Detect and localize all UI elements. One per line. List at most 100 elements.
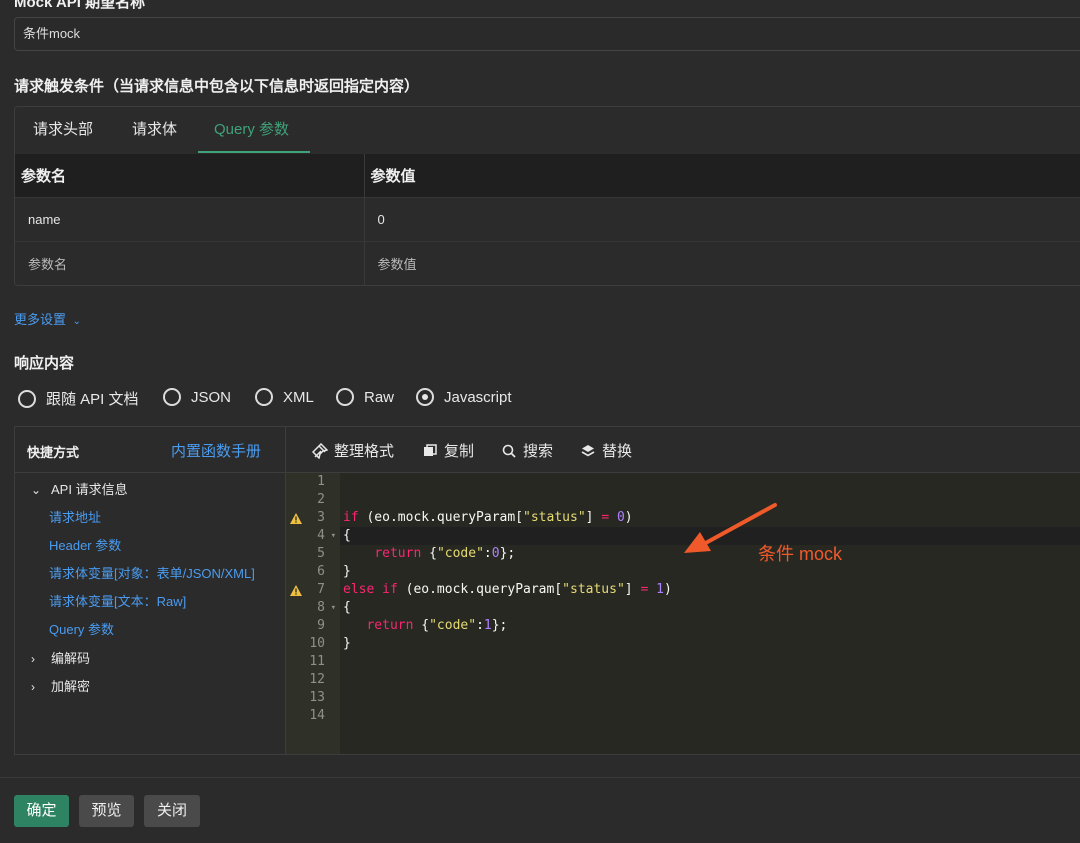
param-value-placeholder[interactable]: 参数值 [363,240,1080,285]
confirm-button[interactable]: 确定 [14,795,69,827]
search-label: 搜索 [523,443,554,460]
format-icon [312,442,328,459]
code-line: } [343,564,351,579]
line-number: 14 [309,708,325,723]
code-line: { [343,600,351,615]
tree-group-label: 编解码 [51,651,91,666]
line-number: 5 [317,546,325,561]
radio-label: 跟随 API 文档 [46,391,139,408]
column-header-param-value: 参数值 [363,154,1080,197]
radio-json[interactable]: JSON [163,388,231,406]
copy-button[interactable]: 复制 [422,440,474,461]
radio-circle-icon [18,389,36,408]
replace-label: 替换 [602,443,633,460]
builtin-functions-manual-link[interactable]: 内置函数手册 [171,440,261,461]
table-row: 参数名 参数值 [15,240,1080,285]
radio-raw[interactable]: Raw [336,388,394,406]
line-number: 12 [309,672,325,687]
search-icon [501,443,517,459]
line-number: 1 [317,474,325,489]
line-number: 8 ▾ [317,599,336,617]
tree-group-label: API 请求信息 [51,482,128,497]
script-editor-panel: 快捷方式 内置函数手册 ⌄ API 请求信息 请求地址 Header 参数 请求体… [14,426,1080,755]
radio-label: JSON [191,388,232,406]
fold-chevron-icon[interactable]: ▾ [331,527,336,545]
line-number: 10 [309,636,325,651]
chevron-right-icon: › [31,680,35,694]
tree-item-query-params[interactable]: Query 参数 [49,619,114,638]
tree-group-encrypt-decrypt[interactable]: › 加解密 [31,676,90,695]
code-line: } [343,636,351,651]
tab-request-headers[interactable]: 请求头部 [33,107,93,154]
param-value-cell[interactable]: 0 [363,196,1080,241]
radio-label: XML [283,388,314,406]
radio-circle-icon [336,388,354,406]
column-header-param-name: 参数名 [15,154,364,197]
radio-circle-icon [163,388,181,406]
format-button[interactable]: 整理格式 [312,440,394,461]
line-number: 6 [317,564,325,579]
tab-query-params[interactable]: Query 参数 [214,107,289,154]
radio-checked-icon [416,388,434,406]
tree-item-header-params[interactable]: Header 参数 [49,535,121,554]
line-number: 4 ▾ [317,527,336,545]
trigger-conditions-panel: 请求头部 请求体 Query 参数 参数名 参数值 name 0 参数名 参数值 [14,106,1080,286]
search-button[interactable]: 搜索 [501,440,553,461]
line-number: 7 [286,581,340,599]
line-number: 9 [317,618,325,633]
code-line: return {"code":0}; [374,546,516,561]
response-content-title: 响应内容 [14,355,75,372]
code-editor[interactable]: if (eo.mock.queryParam["status"] = 0) { r… [340,473,1080,754]
line-number: 3 [286,509,340,527]
line-number-gutter: 1 2 3 4 ▾ 5 6 7 8 ▾ 9 10 11 12 13 14 [286,473,340,754]
fold-chevron-icon[interactable]: ▾ [331,599,336,617]
mock-name-label: Mock API 期望名称 [14,0,146,11]
layers-icon [580,443,596,459]
format-label: 整理格式 [334,443,395,460]
mock-name-input[interactable]: 条件mock [14,17,1080,51]
copy-label: 复制 [444,443,475,460]
tree-item-body-raw-vars[interactable]: 请求体变量[文本：Raw] [49,591,186,610]
tree-group-encode-decode[interactable]: › 编解码 [31,648,90,667]
more-settings-toggle[interactable]: 更多设置 ⌄ [14,309,81,328]
radio-circle-icon [255,388,273,406]
param-name-placeholder[interactable]: 参数名 [15,240,364,285]
line-number: 2 [317,492,325,507]
editor-toolbar: 整理格式 复制 搜索 替换 [286,427,1080,473]
shortcut-title: 快捷方式 [27,445,80,460]
annotation-label: 条件 mock [758,544,843,564]
close-button[interactable]: 关闭 [144,795,200,827]
params-table: 参数名 参数值 name 0 参数名 参数值 [15,154,1080,285]
radio-follow-api-doc[interactable]: 跟随 API 文档 [18,388,139,409]
trigger-tabs: 请求头部 请求体 Query 参数 [15,107,1080,154]
shortcut-header: 快捷方式 内置函数手册 [15,427,285,473]
shortcut-panel: 快捷方式 内置函数手册 ⌄ API 请求信息 请求地址 Header 参数 请求体… [15,427,286,754]
table-row: name 0 [15,196,1080,241]
tree-group-label: 加解密 [51,679,91,694]
active-line-highlight [340,527,1080,545]
radio-xml[interactable]: XML [255,388,314,406]
tree-item-body-object-vars[interactable]: 请求体变量[对象：表单/JSON/XML] [49,563,255,582]
radio-javascript[interactable]: Javascript [416,388,512,406]
chevron-down-icon: ⌄ [31,483,42,497]
code-line: else if (eo.mock.queryParam["status"] = … [343,582,672,597]
code-line: return {"code":1}; [366,618,508,633]
active-tab-indicator [198,151,310,153]
copy-icon [422,443,438,459]
radio-label: Raw [364,388,395,406]
code-line: { [343,528,351,543]
tab-request-body[interactable]: 请求体 [132,107,177,154]
code-line: if (eo.mock.queryParam["status"] = 0) [343,510,633,525]
footer-divider [0,777,1080,778]
radio-label: Javascript [444,388,512,406]
preview-button[interactable]: 预览 [79,795,134,827]
replace-button[interactable]: 替换 [580,440,632,461]
chevron-down-icon: ⌄ [72,316,82,327]
tree-item-request-url[interactable]: 请求地址 [49,507,101,526]
chevron-right-icon: › [31,652,35,666]
param-name-cell[interactable]: name [15,196,364,241]
table-header-row: 参数名 参数值 [15,154,1080,197]
line-number: 11 [309,654,325,669]
tree-group-api-request-info[interactable]: ⌄ API 请求信息 [31,479,128,498]
line-number: 13 [309,690,325,705]
